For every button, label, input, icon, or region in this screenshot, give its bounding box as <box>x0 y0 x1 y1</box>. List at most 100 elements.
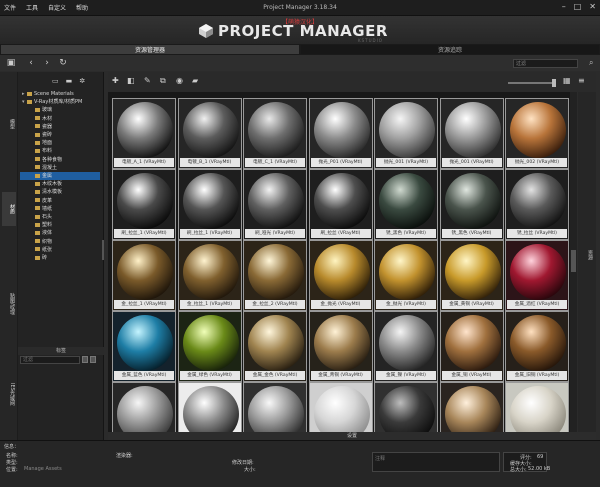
tab-textures[interactable]: 贴图/纹理 <box>2 282 16 326</box>
material-tile[interactable]: 金属_旧铜 (VRayMtl) <box>505 311 569 382</box>
tree-item[interactable]: 布料 <box>20 147 100 155</box>
merge-icon[interactable]: ⧉ <box>160 76 166 86</box>
pick-icon[interactable]: ✎ <box>144 76 151 85</box>
tab-tracking[interactable]: 资源追踪 <box>300 44 600 55</box>
material-tile[interactable]: 金_抛光 (VRayMtl) <box>308 240 373 311</box>
material-tile[interactable]: 电镀_B_1 (VRayMtl) <box>177 98 242 169</box>
tree-item[interactable]: 玻璃 <box>20 106 100 114</box>
minimize-icon[interactable]: – <box>562 2 566 11</box>
tree-item[interactable]: ▸ Scene Materials <box>20 90 100 98</box>
render-icon[interactable]: ◧ <box>127 76 135 85</box>
tag-panel-header: 标签 <box>18 347 104 355</box>
tag-filter-input[interactable]: 过滤 <box>20 356 80 364</box>
tree-item[interactable]: 瓷器 <box>20 123 100 131</box>
tree-item[interactable]: 塑料 <box>20 221 100 229</box>
tree-item[interactable]: 皮革 <box>20 197 100 205</box>
maximize-icon[interactable]: □ <box>574 2 582 11</box>
tree-item[interactable]: 液体 <box>20 229 100 237</box>
thumbnail-size-slider[interactable] <box>508 82 556 84</box>
material-tile[interactable]: 金属_酒红 (VRayMtl) <box>505 240 569 311</box>
material-label: 金_拉丝_2 (VRayMtl) <box>245 300 305 309</box>
material-tile[interactable]: 金_拉丝_1 (VRayMtl) <box>112 240 176 311</box>
grid-view-icon[interactable]: ▦ <box>563 76 571 85</box>
settings-icon[interactable]: ✲ <box>79 77 85 85</box>
tree-item[interactable]: ▾ V-Ray材质库/材质PM <box>20 98 100 106</box>
grid-settings-bar[interactable]: 设置 <box>108 432 596 440</box>
tree-item[interactable]: 纸张 <box>20 246 100 254</box>
tree-item[interactable]: 织物 <box>20 238 100 246</box>
close-icon[interactable]: ✕ <box>589 2 596 11</box>
tree-item[interactable]: 砖 <box>20 254 100 262</box>
material-tile[interactable]: 抛光_001 (VRayMtl) <box>439 98 504 169</box>
material-label: 锈_黑色 (VRayMtl) <box>376 229 436 238</box>
tree-item[interactable]: 木纹木板 <box>20 180 100 188</box>
tab-resources[interactable]: 资源 <box>580 250 594 260</box>
tree-item[interactable]: 混凝土 <box>20 164 100 172</box>
sort-icon[interactable]: ≡ <box>578 76 585 85</box>
material-tile[interactable]: 金属_青铜 (VRayMtl) <box>308 311 373 382</box>
material-tile[interactable]: 金属_黄铜 (VRayMtl) <box>439 240 504 311</box>
tree-item[interactable]: 瓷砖 <box>20 131 100 139</box>
tree-item[interactable]: 地面 <box>20 139 100 147</box>
new-folder-icon[interactable]: ▭ <box>52 77 59 85</box>
material-tile[interactable]: 锈_拉丝 (VRayMtl) <box>505 169 569 240</box>
material-tile[interactable]: 金属_银 (VRayMtl) <box>505 382 569 432</box>
slider-handle[interactable] <box>552 79 556 87</box>
material-tile[interactable]: 电镀_A_1 (VRayMtl) <box>112 98 176 169</box>
material-tile[interactable]: 金属_铬 (VRayMtl) <box>177 382 242 432</box>
search-icon[interactable]: ⌕ <box>589 58 593 68</box>
folder-open-icon[interactable]: ▰ <box>192 76 198 85</box>
material-tile[interactable]: 刷_拉丝_1 (VRayMtl) <box>177 169 242 240</box>
material-tile[interactable]: 金属_铜 (VRayMtl) <box>439 311 504 382</box>
scrollbar-thumb[interactable] <box>571 250 576 272</box>
material-tile[interactable]: 金属_黑 (VRayMtl) <box>374 382 438 432</box>
material-preview-sphere <box>444 102 501 158</box>
tree-item[interactable]: 清水模板 <box>20 188 100 196</box>
splitter-handle[interactable] <box>102 240 104 260</box>
panel-toggle-icon[interactable]: ▣ <box>6 58 16 68</box>
material-tile[interactable]: 金属_钢 (VRayMtl) <box>243 382 307 432</box>
search-input[interactable]: 过滤 <box>513 59 578 68</box>
material-tile[interactable]: 金属_蓝色 (VRayMtl) <box>112 311 176 382</box>
tag-add-icon[interactable] <box>82 356 88 363</box>
material-label: 金_抛光 (VRayMtl) <box>310 300 371 309</box>
tree-item[interactable]: 金属 <box>20 172 100 180</box>
material-tile[interactable]: 金_抛光 (VRayMtl) <box>374 240 438 311</box>
forward-arrow-icon[interactable]: › <box>42 58 52 68</box>
material-tile[interactable]: 锈_黑色 (VRayMtl) <box>374 169 438 240</box>
back-arrow-icon[interactable]: ‹ <box>26 58 36 68</box>
material-tile[interactable]: 抛光_001 (VRayMtl) <box>374 98 438 169</box>
material-tile[interactable]: 金_拉丝_1 (VRayMtl) <box>177 240 242 311</box>
material-tile[interactable]: 刷_哑光 (VRayMtl) <box>243 169 307 240</box>
tree-item[interactable]: 各种食物 <box>20 156 100 164</box>
material-tile[interactable]: 金属_暖 (VRayMtl) <box>439 382 504 432</box>
material-tile[interactable]: 金属_金色 (VRayMtl) <box>243 311 307 382</box>
tree-item[interactable]: 墙纸 <box>20 205 100 213</box>
add-material-icon[interactable]: ✚ <box>112 76 119 85</box>
tag-remove-icon[interactable] <box>90 356 96 363</box>
folder-icon[interactable]: ▬ <box>66 77 73 85</box>
tab-materials[interactable]: 材质 <box>2 192 16 226</box>
material-tile[interactable]: 电镀_C_1 (VRayMtl) <box>243 98 307 169</box>
material-tile[interactable]: 锈_黑色 (VRayMtl) <box>439 169 504 240</box>
tree-item[interactable]: 石头 <box>20 213 100 221</box>
refresh-icon[interactable]: ↻ <box>58 58 68 68</box>
tab-models[interactable]: 模型 <box>2 110 16 138</box>
material-tile[interactable]: 金属_白 (VRayMtl) <box>308 382 373 432</box>
material-tile[interactable]: 金属_绿色 (VRayMtl) <box>177 311 242 382</box>
material-tile[interactable]: 金属_铁 (VRayMtl) <box>112 382 176 432</box>
tab-ies[interactable]: IES光域网 <box>2 372 16 416</box>
material-tile[interactable]: 刷_拉丝_1 (VRayMtl) <box>112 169 176 240</box>
material-tile[interactable]: 金属_镍 (VRayMtl) <box>374 311 438 382</box>
material-preview-sphere <box>313 102 370 158</box>
material-tile[interactable]: 刷_拉丝 (VRayMtl) <box>308 169 373 240</box>
material-tile[interactable]: 金_拉丝_2 (VRayMtl) <box>243 240 307 311</box>
notes-field[interactable]: 注释 <box>372 452 500 472</box>
material-tile[interactable]: 抛光_P01 (VRayMtl) <box>308 98 373 169</box>
material-tile[interactable]: 抛光_002 (VRayMtl) <box>505 98 569 169</box>
tree-item[interactable]: 木材 <box>20 115 100 123</box>
tab-explorer[interactable]: 资源管理器 <box>0 44 300 55</box>
folder-icon <box>35 132 40 137</box>
material-label: 金属_旧铜 (VRayMtl) <box>507 371 567 380</box>
apply-icon[interactable]: ◉ <box>176 76 183 85</box>
